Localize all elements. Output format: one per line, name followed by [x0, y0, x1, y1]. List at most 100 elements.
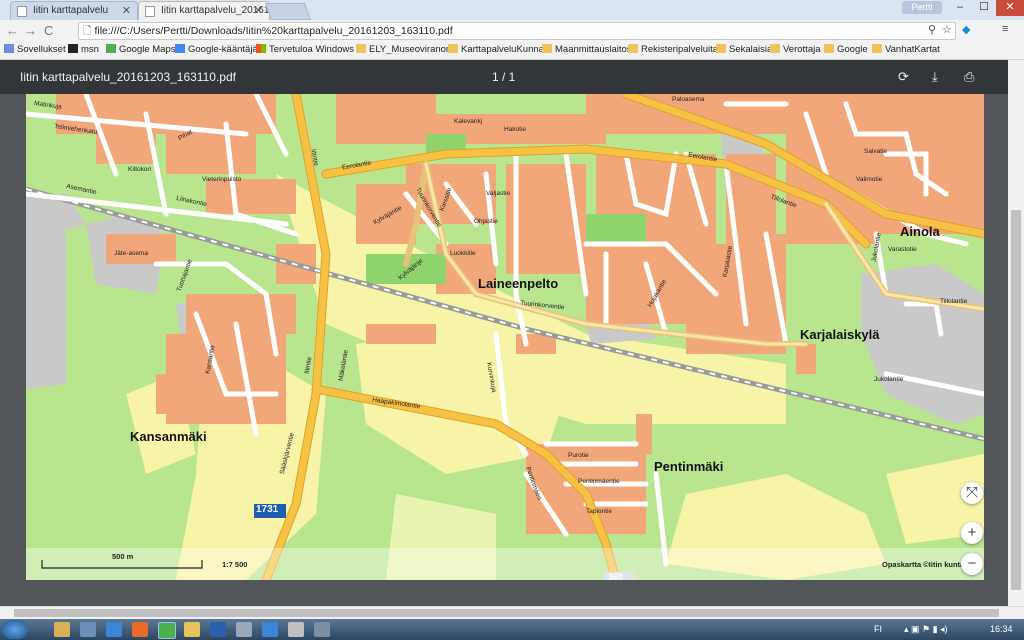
maximize-button[interactable]: ☐ — [972, 0, 996, 16]
window-close-button[interactable]: ✕ — [996, 0, 1024, 16]
file-icon: 🗋 — [83, 25, 92, 37]
place-ainola: Ainola — [900, 224, 940, 239]
tool-icon[interactable] — [314, 622, 330, 637]
extension-icon[interactable]: ◆ — [962, 23, 970, 36]
clock[interactable]: 16:34 — [990, 624, 1013, 634]
chrome-icon[interactable] — [158, 622, 176, 639]
address-bar[interactable]: 🗋 file:///C:/Users/Pertti/Downloads/Iitin… — [78, 22, 956, 40]
street-label: Kalevankj — [454, 118, 483, 125]
folder-icon — [716, 44, 726, 53]
explorer-icon[interactable] — [54, 622, 70, 637]
map-attribution: Opaskartta ©Iitin kunta — [882, 560, 962, 569]
place-pentinmaki: Pentinmäki — [654, 459, 724, 474]
bookmark-ely[interactable]: ELY_Museoviranom — [356, 44, 454, 55]
folder-icon — [542, 44, 552, 53]
tab-pdf[interactable]: Iitin karttapalvelu_20161 ✕ — [138, 1, 270, 20]
close-tab-icon[interactable]: ✕ — [254, 4, 263, 17]
apps-icon — [4, 44, 14, 53]
fit-page-button[interactable]: ⤧ — [961, 482, 983, 504]
pdf-icon[interactable] — [288, 622, 304, 637]
folder-icon — [628, 44, 638, 53]
street-label: Vieterinpuisto — [202, 176, 242, 183]
zoom-in-button[interactable]: + — [961, 522, 983, 544]
place-kansanmaki: Kansanmäki — [130, 429, 207, 444]
profile-button[interactable]: Pertti — [902, 1, 942, 14]
vertical-scroll-thumb[interactable] — [1011, 210, 1021, 590]
street-label: Ohjastie — [474, 218, 498, 225]
horizontal-scroll-thumb[interactable] — [14, 609, 999, 617]
map-page[interactable]: Laineenpelto Kansanmäki Pentinmäki Karja… — [26, 94, 984, 580]
tab-label: Iitin karttapalvelu — [33, 5, 109, 16]
back-icon[interactable]: ← — [6, 23, 19, 38]
street-label: Jäte-asema — [114, 250, 148, 257]
tray-icons[interactable]: ▴ ▣ ⚑ ▮ ◂) — [904, 624, 948, 635]
rotate-icon[interactable]: ⟳ — [898, 69, 909, 85]
street-label: Paloasema — [672, 96, 705, 103]
street-label: Jukolantie — [874, 376, 904, 383]
route-number: 1731 — [256, 504, 279, 515]
bookmark-vanhatkartat[interactable]: VanhatKartat — [872, 44, 940, 55]
street-label: Luokkitie — [450, 250, 476, 257]
tab-karttapalvelu[interactable]: Iitin karttapalvelu ✕ — [10, 1, 138, 20]
translate-icon — [175, 44, 185, 53]
browser-toolbar: ← → C 🗋 file:///C:/Users/Pertti/Downloads… — [0, 20, 1024, 42]
pdf-toolbar: Iitin karttapalvelu_20161203_163110.pdf … — [0, 60, 1008, 94]
scale-label: 500 m — [112, 552, 134, 561]
word-icon[interactable] — [210, 622, 226, 637]
bookmark-sovellukset[interactable]: Sovellukset — [4, 44, 66, 55]
print-icon[interactable]: ⎙ — [964, 69, 974, 85]
bookmark-rekisteripalveluita[interactable]: Rekisteripalveluita — [628, 44, 718, 55]
app-icon[interactable] — [236, 622, 252, 637]
bookmark-sekalaisia[interactable]: Sekalaisia — [716, 44, 772, 55]
place-karjalaiskyla: Karjalaiskylä — [800, 327, 880, 342]
menu-icon[interactable]: ≡ — [1002, 23, 1008, 35]
firefox-icon[interactable] — [132, 622, 148, 637]
ie2-icon[interactable] — [262, 622, 278, 637]
start-button[interactable] — [2, 620, 28, 639]
street-label: Tillolantie — [940, 298, 968, 305]
search-icon[interactable]: ⚲ — [928, 23, 936, 36]
language-indicator[interactable]: FI — [874, 624, 882, 634]
new-tab-button[interactable] — [264, 3, 312, 20]
folder-icon — [356, 44, 366, 53]
msn-icon — [68, 44, 78, 53]
ie-icon[interactable] — [106, 622, 122, 637]
browser-titlebar: Iitin karttapalvelu ✕ Iitin karttapalvel… — [0, 0, 1024, 20]
bookmark-google-translate[interactable]: Google-kääntäjä — [175, 44, 258, 55]
street-label: Purotie — [568, 452, 589, 459]
bookmarks-bar: Sovellukset msn Google Maps Google-käänt… — [0, 42, 1024, 60]
star-icon[interactable]: ☆ — [942, 23, 952, 36]
street-label: Valjastie — [486, 190, 511, 197]
bookmark-google-maps[interactable]: Google Maps — [106, 44, 176, 55]
bookmark-karttapalvelukunnat[interactable]: KarttapalveluKunnat — [448, 44, 547, 55]
media-icon[interactable] — [80, 622, 96, 637]
maps-icon — [106, 44, 116, 53]
close-tab-icon[interactable]: ✕ — [122, 4, 131, 17]
page-indicator: 1 / 1 — [492, 70, 516, 84]
scale-ratio: 1:7 500 — [222, 560, 248, 569]
page-icon — [17, 6, 27, 17]
street-label: Valimotie — [856, 176, 883, 183]
minimize-button[interactable]: – — [948, 0, 972, 16]
forward-icon[interactable]: → — [24, 23, 37, 38]
bookmark-google[interactable]: Google — [824, 44, 868, 55]
street-label: Kiltokori — [128, 166, 152, 173]
street-label: Tapiontie — [586, 508, 613, 515]
bookmark-windows[interactable]: Tervetuloa Windows — [256, 44, 354, 55]
download-icon[interactable]: ⤓ — [932, 69, 938, 85]
folder-icon — [872, 44, 882, 53]
route-number-bottom: 360 — [608, 572, 624, 580]
reload-icon[interactable]: C — [44, 23, 53, 38]
folder-icon — [770, 44, 780, 53]
folder-icon[interactable] — [184, 622, 200, 637]
street-label: Pentinmäentie — [578, 478, 620, 485]
bookmark-verottaja[interactable]: Verottaja — [770, 44, 821, 55]
folder-icon — [448, 44, 458, 53]
street-label: Saivatie — [864, 148, 888, 155]
bookmark-msn[interactable]: msn — [68, 44, 99, 55]
windows-taskbar: FI ▴ ▣ ⚑ ▮ ◂) 16:34 — [0, 619, 1024, 640]
folder-icon — [824, 44, 834, 53]
bookmark-maanmittauslaitos[interactable]: Maanmittauslaitos — [542, 44, 632, 55]
zoom-out-button[interactable]: − — [961, 553, 983, 575]
url-text: file:///C:/Users/Pertti/Downloads/Iitin%… — [94, 25, 453, 37]
